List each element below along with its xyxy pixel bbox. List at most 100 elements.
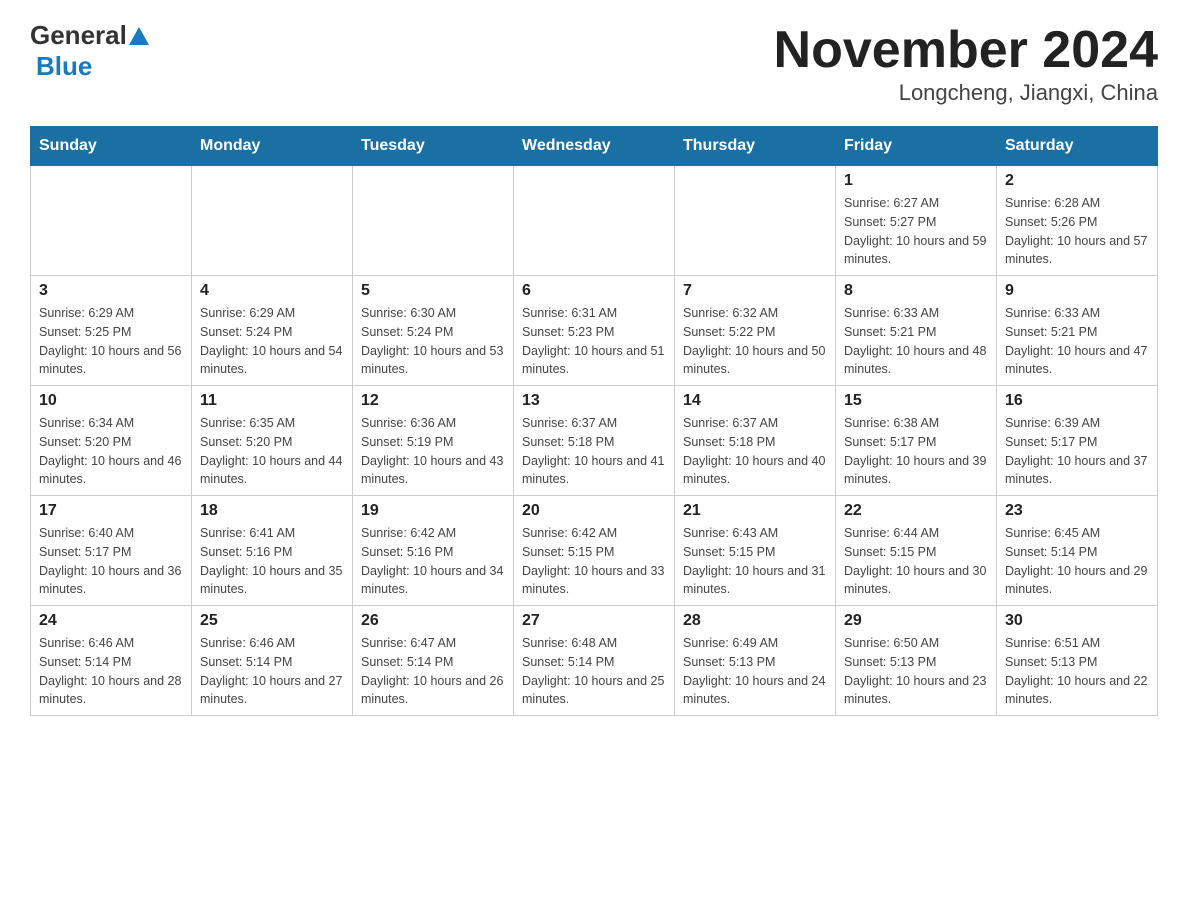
day-number: 13 (522, 392, 666, 410)
day-number: 29 (844, 612, 988, 630)
day-info: Sunrise: 6:40 AMSunset: 5:17 PMDaylight:… (39, 524, 183, 599)
logo-blue-text: Blue (36, 51, 92, 81)
day-info: Sunrise: 6:46 AMSunset: 5:14 PMDaylight:… (200, 634, 344, 709)
day-number: 1 (844, 172, 988, 190)
day-info: Sunrise: 6:39 AMSunset: 5:17 PMDaylight:… (1005, 414, 1149, 489)
day-number: 14 (683, 392, 827, 410)
day-number: 15 (844, 392, 988, 410)
day-number: 4 (200, 282, 344, 300)
calendar-cell: 28Sunrise: 6:49 AMSunset: 5:13 PMDayligh… (675, 606, 836, 716)
day-number: 10 (39, 392, 183, 410)
week-row-2: 3 Sunrise: 6:29 AMSunset: 5:25 PMDaylight… (31, 276, 1158, 386)
day-number: 9 (1005, 282, 1149, 300)
calendar-table: SundayMondayTuesdayWednesdayThursdayFrid… (30, 126, 1158, 716)
week-row-5: 24 Sunrise: 6:46 AMSunset: 5:14 PMDayligh… (31, 606, 1158, 716)
day-info: Sunrise: 6:37 AMSunset: 5:18 PMDaylight:… (522, 414, 666, 489)
day-info: Sunrise: 6:33 AMSunset: 5:21 PMDaylight:… (1005, 304, 1149, 379)
day-info: Sunrise: 6:41 AMSunset: 5:16 PMDaylight:… (200, 524, 344, 599)
weekday-header-thursday: Thursday (675, 127, 836, 166)
day-number: 18 (200, 502, 344, 520)
weekday-header-monday: Monday (192, 127, 353, 166)
day-number: 21 (683, 502, 827, 520)
calendar-cell: 19 Sunrise: 6:42 AMSunset: 5:16 PMDayligh… (353, 496, 514, 606)
day-number: 3 (39, 282, 183, 300)
day-number: 11 (200, 392, 344, 410)
day-number: 20 (522, 502, 666, 520)
day-number: 7 (683, 282, 827, 300)
day-info: Sunrise: 6:27 AMSunset: 5:27 PMDaylight:… (844, 194, 988, 269)
title-area: November 2024 Longcheng, Jiangxi, China (774, 20, 1158, 106)
day-info: Sunrise: 6:47 AMSunset: 5:14 PMDaylight:… (361, 634, 505, 709)
calendar-cell: 22 Sunrise: 6:44 AMSunset: 5:15 PMDayligh… (836, 496, 997, 606)
week-row-1: 1 Sunrise: 6:27 AMSunset: 5:27 PMDaylight… (31, 166, 1158, 276)
weekday-header-wednesday: Wednesday (514, 127, 675, 166)
day-number: 24 (39, 612, 183, 630)
day-info: Sunrise: 6:29 AMSunset: 5:25 PMDaylight:… (39, 304, 183, 379)
day-number: 19 (361, 502, 505, 520)
calendar-cell: 18 Sunrise: 6:41 AMSunset: 5:16 PMDayligh… (192, 496, 353, 606)
day-info: Sunrise: 6:28 AMSunset: 5:26 PMDaylight:… (1005, 194, 1149, 269)
calendar-cell: 6 Sunrise: 6:31 AMSunset: 5:23 PMDaylight… (514, 276, 675, 386)
day-number: 12 (361, 392, 505, 410)
weekday-header-tuesday: Tuesday (353, 127, 514, 166)
calendar-cell (31, 166, 192, 276)
day-number: 16 (1005, 392, 1149, 410)
calendar-cell (192, 166, 353, 276)
day-info: Sunrise: 6:50 AMSunset: 5:13 PMDaylight:… (844, 634, 988, 709)
calendar-cell: 23Sunrise: 6:45 AMSunset: 5:14 PMDayligh… (997, 496, 1158, 606)
logo: General Blue (30, 20, 151, 82)
calendar-cell: 1 Sunrise: 6:27 AMSunset: 5:27 PMDaylight… (836, 166, 997, 276)
calendar-cell: 15 Sunrise: 6:38 AMSunset: 5:17 PMDayligh… (836, 386, 997, 496)
calendar-cell: 9 Sunrise: 6:33 AMSunset: 5:21 PMDaylight… (997, 276, 1158, 386)
calendar-cell: 5Sunrise: 6:30 AMSunset: 5:24 PMDaylight… (353, 276, 514, 386)
day-number: 8 (844, 282, 988, 300)
day-number: 17 (39, 502, 183, 520)
calendar-cell: 10 Sunrise: 6:34 AMSunset: 5:20 PMDayligh… (31, 386, 192, 496)
calendar-cell: 26Sunrise: 6:47 AMSunset: 5:14 PMDayligh… (353, 606, 514, 716)
calendar-cell: 25Sunrise: 6:46 AMSunset: 5:14 PMDayligh… (192, 606, 353, 716)
calendar-cell: 20 Sunrise: 6:42 AMSunset: 5:15 PMDayligh… (514, 496, 675, 606)
calendar-cell: 12 Sunrise: 6:36 AMSunset: 5:19 PMDayligh… (353, 386, 514, 496)
calendar-cell: 29 Sunrise: 6:50 AMSunset: 5:13 PMDayligh… (836, 606, 997, 716)
logo-general-text: General (30, 20, 127, 51)
day-info: Sunrise: 6:31 AMSunset: 5:23 PMDaylight:… (522, 304, 666, 379)
day-number: 6 (522, 282, 666, 300)
day-info: Sunrise: 6:36 AMSunset: 5:19 PMDaylight:… (361, 414, 505, 489)
calendar-cell: 30Sunrise: 6:51 AMSunset: 5:13 PMDayligh… (997, 606, 1158, 716)
calendar-cell: 8Sunrise: 6:33 AMSunset: 5:21 PMDaylight… (836, 276, 997, 386)
day-info: Sunrise: 6:44 AMSunset: 5:15 PMDaylight:… (844, 524, 988, 599)
day-info: Sunrise: 6:48 AMSunset: 5:14 PMDaylight:… (522, 634, 666, 709)
day-info: Sunrise: 6:30 AMSunset: 5:24 PMDaylight:… (361, 304, 505, 379)
calendar-cell: 13 Sunrise: 6:37 AMSunset: 5:18 PMDayligh… (514, 386, 675, 496)
day-info: Sunrise: 6:49 AMSunset: 5:13 PMDaylight:… (683, 634, 827, 709)
day-info: Sunrise: 6:43 AMSunset: 5:15 PMDaylight:… (683, 524, 827, 599)
day-info: Sunrise: 6:32 AMSunset: 5:22 PMDaylight:… (683, 304, 827, 379)
day-info: Sunrise: 6:38 AMSunset: 5:17 PMDaylight:… (844, 414, 988, 489)
day-number: 23 (1005, 502, 1149, 520)
day-info: Sunrise: 6:34 AMSunset: 5:20 PMDaylight:… (39, 414, 183, 489)
week-row-3: 10 Sunrise: 6:34 AMSunset: 5:20 PMDayligh… (31, 386, 1158, 496)
weekday-header-friday: Friday (836, 127, 997, 166)
week-row-4: 17 Sunrise: 6:40 AMSunset: 5:17 PMDayligh… (31, 496, 1158, 606)
day-number: 22 (844, 502, 988, 520)
day-info: Sunrise: 6:35 AMSunset: 5:20 PMDaylight:… (200, 414, 344, 489)
day-info: Sunrise: 6:42 AMSunset: 5:16 PMDaylight:… (361, 524, 505, 599)
calendar-cell: 4 Sunrise: 6:29 AMSunset: 5:24 PMDaylight… (192, 276, 353, 386)
calendar-cell: 24 Sunrise: 6:46 AMSunset: 5:14 PMDayligh… (31, 606, 192, 716)
page-header: General Blue November 2024 Longcheng, Ji… (30, 20, 1158, 106)
calendar-cell: 14 Sunrise: 6:37 AMSunset: 5:18 PMDayligh… (675, 386, 836, 496)
day-info: Sunrise: 6:46 AMSunset: 5:14 PMDaylight:… (39, 634, 183, 709)
calendar-cell: 17 Sunrise: 6:40 AMSunset: 5:17 PMDayligh… (31, 496, 192, 606)
calendar-cell (675, 166, 836, 276)
calendar-cell (514, 166, 675, 276)
calendar-cell: 3 Sunrise: 6:29 AMSunset: 5:25 PMDaylight… (31, 276, 192, 386)
day-number: 27 (522, 612, 666, 630)
day-info: Sunrise: 6:29 AMSunset: 5:24 PMDaylight:… (200, 304, 344, 379)
day-info: Sunrise: 6:42 AMSunset: 5:15 PMDaylight:… (522, 524, 666, 599)
weekday-header-saturday: Saturday (997, 127, 1158, 166)
weekday-header-sunday: Sunday (31, 127, 192, 166)
day-info: Sunrise: 6:37 AMSunset: 5:18 PMDaylight:… (683, 414, 827, 489)
day-number: 2 (1005, 172, 1149, 190)
day-number: 30 (1005, 612, 1149, 630)
location-title: Longcheng, Jiangxi, China (774, 80, 1158, 106)
